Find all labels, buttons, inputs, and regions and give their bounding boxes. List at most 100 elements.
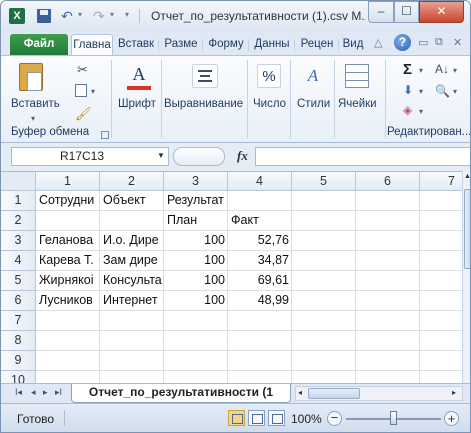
copy-dropdown-icon[interactable]: ▾ (91, 87, 95, 96)
find-dropdown-icon[interactable]: ▾ (453, 87, 457, 96)
cell-r2c3[interactable]: План (165, 211, 227, 230)
format-painter-icon[interactable]: 🖌 (75, 106, 92, 122)
select-all-corner[interactable] (1, 172, 36, 191)
tab-formulas[interactable]: Форму (205, 34, 247, 55)
tab-file[interactable]: Файл (10, 34, 68, 55)
maximize-button[interactable]: ☐ (394, 1, 419, 23)
row-header[interactable]: 7 (1, 311, 36, 331)
font-button[interactable]: Шрифт (118, 98, 156, 110)
column-header[interactable]: 5 (292, 172, 356, 191)
zoom-out-button[interactable]: − (327, 411, 342, 426)
excel-app-icon[interactable]: X (9, 8, 25, 24)
name-box-dropdown-icon[interactable]: ▼ (157, 151, 165, 160)
page-layout-view-icon[interactable] (248, 410, 265, 426)
horizontal-scroll-thumb[interactable] (308, 388, 360, 399)
tab-insert[interactable]: Вставк (115, 34, 157, 55)
zoom-in-button[interactable]: + (444, 411, 459, 426)
alignment-icon[interactable] (192, 64, 218, 88)
ribbon-minimize-icon[interactable]: ▭ (418, 36, 428, 49)
cell-r1c2[interactable]: Объект (101, 191, 164, 210)
cell-r3c2[interactable]: И.о. Дире (101, 231, 164, 250)
tab-page-layout[interactable]: Разме (161, 34, 201, 55)
worksheet-grid[interactable]: 1 2 3 4 5 6 7 1 2 3 4 5 6 7 8 9 10 Сотру… (1, 171, 470, 383)
column-header[interactable]: 1 (36, 172, 100, 191)
normal-view-icon[interactable] (228, 410, 245, 426)
ribbon-close-icon[interactable]: ✕ (453, 36, 462, 49)
clipboard-launcher-icon[interactable] (101, 131, 109, 139)
cell-r5c4[interactable]: 69,61 (229, 271, 291, 290)
save-icon[interactable] (37, 9, 51, 23)
redo-icon[interactable]: ↷ (93, 9, 107, 23)
font-icon[interactable]: A (127, 64, 151, 90)
row-header[interactable]: 8 (1, 331, 36, 351)
cell-r3c1[interactable]: Геланова (37, 231, 100, 250)
last-sheet-icon[interactable]: ▸I (55, 387, 62, 398)
tab-view[interactable]: Вид (341, 34, 365, 55)
tab-data[interactable]: Данны (251, 34, 293, 55)
tab-review[interactable]: Рецен (297, 34, 337, 55)
horizontal-scrollbar[interactable]: ◂ ▸ (295, 386, 463, 401)
cell-r3c3[interactable]: 100 (165, 231, 227, 250)
previous-sheet-icon[interactable]: ◂ (31, 387, 36, 398)
collapse-ribbon-icon[interactable]: △ (374, 36, 382, 49)
copy-icon[interactable] (75, 84, 87, 97)
find-select-icon[interactable]: 🔍 (435, 84, 450, 98)
cell-r5c1[interactable]: Жирнякоі (37, 271, 100, 290)
scroll-right-icon[interactable]: ▸ (452, 388, 456, 397)
cell-r1c1[interactable]: Сотрудни (37, 191, 100, 210)
number-button[interactable]: Число (253, 98, 286, 110)
cells-icon[interactable] (345, 64, 369, 88)
autosum-dropdown-icon[interactable]: ▾ (419, 66, 423, 75)
page-break-view-icon[interactable] (268, 410, 285, 426)
zoom-slider-thumb[interactable] (390, 411, 397, 425)
insert-function-icon[interactable]: fx (237, 148, 248, 164)
sheet-tab-active[interactable]: Отчет_по_результативности (1 (71, 384, 291, 403)
cell-r3c4[interactable]: 52,76 (229, 231, 291, 250)
sort-dropdown-icon[interactable]: ▾ (453, 66, 457, 75)
scroll-left-icon[interactable]: ◂ (298, 388, 302, 397)
column-header[interactable]: 3 (164, 172, 228, 191)
zoom-level[interactable]: 100% (291, 412, 322, 426)
row-header[interactable]: 1 (1, 191, 36, 211)
undo-dropdown-icon[interactable]: ▾ (78, 10, 82, 19)
redo-dropdown-icon[interactable]: ▾ (110, 10, 114, 19)
formula-input[interactable] (255, 147, 470, 166)
cells-button[interactable]: Ячейки (338, 98, 377, 110)
vertical-scroll-thumb[interactable] (464, 189, 470, 269)
customize-qat-icon[interactable]: ▾ (125, 10, 129, 19)
fill-icon[interactable]: ⬇ (403, 83, 413, 97)
percent-icon[interactable]: % (257, 64, 281, 88)
minimize-button[interactable]: – (368, 1, 394, 23)
name-box[interactable]: R17C13 (11, 147, 169, 166)
tab-home[interactable]: Главна (71, 34, 113, 55)
row-header[interactable]: 3 (1, 231, 36, 251)
paste-button[interactable]: Вставить (11, 98, 60, 110)
row-header[interactable]: 9 (1, 351, 36, 371)
alignment-button[interactable]: Выравнивание (164, 98, 243, 110)
column-header[interactable]: 4 (228, 172, 292, 191)
undo-icon[interactable]: ↶ (61, 9, 75, 23)
column-header[interactable]: 2 (100, 172, 164, 191)
cell-r2c4[interactable]: Факт (229, 211, 291, 230)
sort-filter-icon[interactable]: A↓ (435, 62, 449, 76)
paste-dropdown-icon[interactable]: ▾ (31, 114, 35, 123)
row-header[interactable]: 5 (1, 271, 36, 291)
paste-icon[interactable] (19, 63, 43, 91)
close-button[interactable]: ✕ (419, 1, 464, 23)
ribbon-restore-icon[interactable]: ⧉ (435, 36, 443, 49)
cut-icon[interactable]: ✂ (77, 62, 88, 78)
row-header[interactable]: 4 (1, 251, 36, 271)
first-sheet-icon[interactable]: I◂ (15, 387, 22, 398)
autosum-icon[interactable]: Σ (403, 61, 412, 78)
cell-r4c4[interactable]: 34,87 (229, 251, 291, 270)
vertical-scrollbar[interactable]: ▲ (462, 171, 470, 383)
styles-icon[interactable]: A (301, 64, 325, 88)
formula-bar-expander[interactable] (173, 147, 225, 166)
fill-dropdown-icon[interactable]: ▾ (419, 87, 423, 96)
row-header[interactable]: 10 (1, 371, 36, 383)
cell-r1c3[interactable]: Результат (165, 191, 235, 210)
cell-r6c2[interactable]: Интернет (101, 291, 164, 310)
cell-r6c1[interactable]: Лусников (37, 291, 100, 310)
cell-r5c2[interactable]: Консульта (101, 271, 164, 290)
scroll-up-icon[interactable]: ▲ (463, 173, 470, 185)
